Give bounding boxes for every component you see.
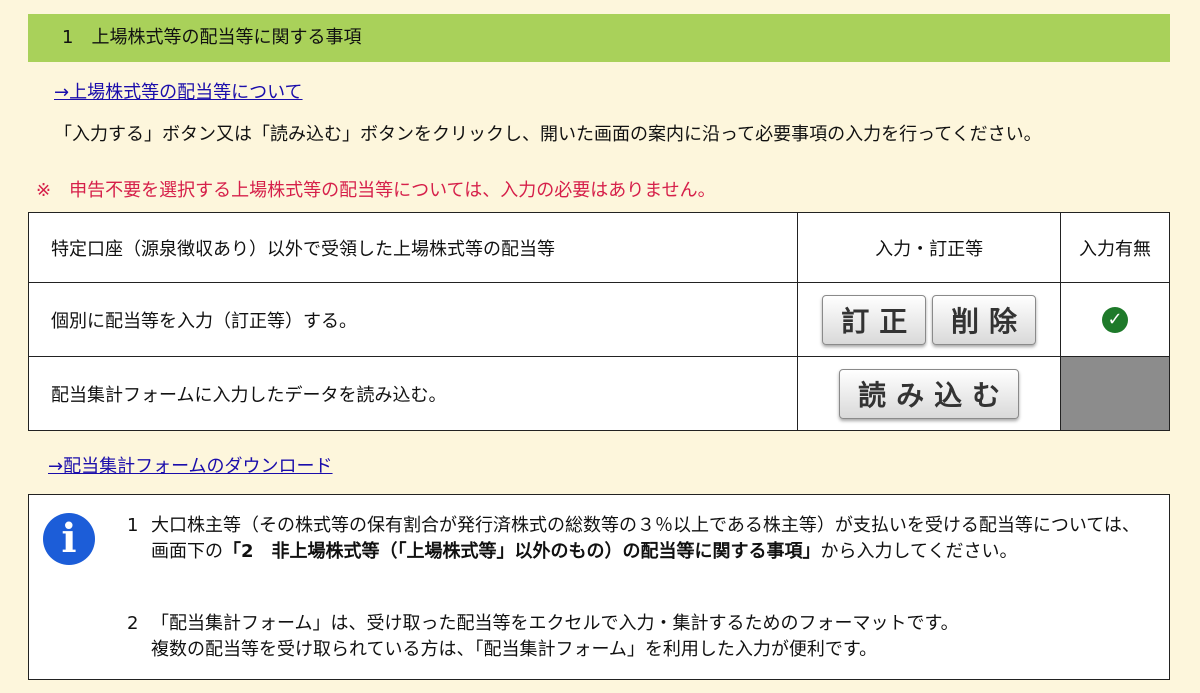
import-button[interactable]: 読み込む <box>839 368 1020 419</box>
note2-line2: 複数の配当等を受け取られている方は、「配当集計フォーム」を利用した入力が便利です… <box>151 639 878 660</box>
dividend-input-table: 特定口座（源泉徴収あり）以外で受領した上場株式等の配当等 入力・訂正等 入力有無… <box>27 212 1170 431</box>
note-number: 1 <box>127 515 139 536</box>
notice-message: 申告不要を選択する上場株式等の配当等については、入力の必要はありません。 <box>69 180 716 201</box>
info-box: i 1 大口株主等（その株式等の保有割合が発行済株式の総数等の３％以上である株主… <box>28 494 1170 680</box>
delete-button[interactable]: 削除 <box>932 294 1037 345</box>
header-input-correction: 入力・訂正等 <box>797 212 1062 283</box>
header-dividend-description: 特定口座（源泉徴収あり）以外で受領した上場株式等の配当等 <box>27 212 799 283</box>
form-import-label: 配当集計フォームに入力したデータを読み込む。 <box>27 356 799 431</box>
info-icon: i <box>43 513 95 565</box>
individual-input-label: 個別に配当等を入力（訂正等）する。 <box>27 282 799 357</box>
note-number: 2 <box>127 613 139 634</box>
note1-text-bold: 「2 非上場株式等（「上場株式等」以外のもの）の配当等に関する事項」 <box>223 541 821 562</box>
form-import-actions: 読み込む <box>797 356 1062 431</box>
table-row: 個別に配当等を入力（訂正等）する。 訂正 削除 ✓ <box>27 282 1170 357</box>
individual-input-actions: 訂正 削除 <box>797 282 1062 357</box>
note2-line1: 「配当集計フォーム」は、受け取った配当等をエクセルで入力・集計するためのフォーマ… <box>151 613 959 634</box>
header-input-status: 入力有無 <box>1060 212 1170 283</box>
table-header-row: 特定口座（源泉徴収あり）以外で受領した上場株式等の配当等 入力・訂正等 入力有無 <box>27 212 1170 283</box>
note-body: 「配当集計フォーム」は、受け取った配当等をエクセルで入力・集計するためのフォーマ… <box>151 611 1157 663</box>
notice-mark: ※ <box>36 180 52 201</box>
check-icon: ✓ <box>1102 306 1129 333</box>
individual-input-status: ✓ <box>1060 282 1170 357</box>
info-note-2: 2 「配当集計フォーム」は、受け取った配当等をエクセルで入力・集計するためのフォ… <box>127 611 1157 663</box>
about-dividends-link[interactable]: →上場株式等の配当等について <box>54 78 303 104</box>
instruction-text: 「入力する」ボタン又は「読み込む」ボタンをクリックし、開いた画面の案内に沿って必… <box>54 124 1042 145</box>
table-row: 配当集計フォームに入力したデータを読み込む。 読み込む <box>27 356 1170 431</box>
correct-button[interactable]: 訂正 <box>822 294 927 345</box>
note1-text-post: から入力してください。 <box>820 541 1018 562</box>
info-note-1: 1 大口株主等（その株式等の保有割合が発行済株式の総数等の３％以上である株主等）… <box>127 513 1157 565</box>
download-form-link[interactable]: →配当集計フォームのダウンロード <box>48 452 333 478</box>
note-body: 大口株主等（その株式等の保有割合が発行済株式の総数等の３％以上である株主等）が支… <box>151 513 1157 565</box>
form-import-status <box>1060 356 1170 431</box>
section-header: 1 上場株式等の配当等に関する事項 <box>28 14 1170 62</box>
notice-text: ※ 申告不要を選択する上場株式等の配当等については、入力の必要はありません。 <box>36 176 716 202</box>
